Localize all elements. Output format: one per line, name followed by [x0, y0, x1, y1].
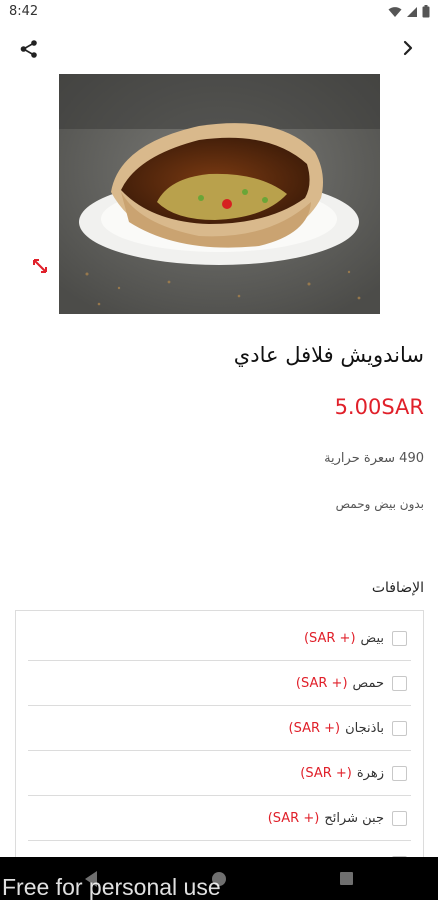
product-description: بدون بيض وحمص — [335, 497, 424, 511]
addon-extra-price: (SAR +) — [303, 630, 356, 646]
addons-title: الإضافات — [371, 580, 424, 596]
checkbox[interactable] — [392, 720, 407, 736]
expand-icon — [33, 259, 47, 273]
chevron-right-icon — [403, 40, 413, 56]
battery-icon — [422, 5, 430, 18]
addon-name: زهرة — [356, 765, 384, 781]
expand-image-button[interactable] — [22, 248, 58, 284]
checkbox[interactable] — [392, 810, 407, 826]
product-price: 5.00SAR — [334, 395, 424, 419]
back-button[interactable] — [396, 36, 420, 60]
addon-extra-price: (SAR +) — [288, 720, 341, 736]
addon-item[interactable]: حمص (SAR +) — [28, 661, 411, 706]
watermark: Free for personal use — [2, 874, 221, 900]
checkbox[interactable] — [392, 630, 407, 646]
checkbox[interactable] — [392, 765, 407, 781]
app-bar — [0, 24, 438, 72]
addon-name: حمص — [352, 675, 384, 691]
share-icon — [20, 40, 37, 58]
status-time: 8:42 — [9, 4, 39, 19]
addon-item[interactable]: بيض (SAR +) — [28, 616, 411, 661]
product-image — [59, 74, 380, 314]
share-button[interactable] — [16, 36, 42, 62]
addon-item[interactable]: زهرة (SAR +) — [28, 751, 411, 796]
status-bar: 8:42 — [0, 0, 438, 24]
product-title: ساندويش فلافل عادي — [233, 343, 424, 367]
falafel-sandwich-image — [59, 74, 380, 314]
checkbox[interactable] — [392, 675, 407, 691]
product-calories: 490 سعرة حرارية — [324, 451, 424, 466]
signal-icon — [407, 6, 417, 17]
addon-extra-price: (SAR +) — [295, 675, 348, 691]
nav-recents-icon[interactable] — [340, 872, 353, 885]
addon-item[interactable]: جبن شرائح (SAR +) — [28, 796, 411, 841]
addons-list: بيض (SAR +) حمص (SAR +) باذنجان (SAR +) … — [15, 610, 424, 870]
addon-item[interactable]: باذنجان (SAR +) — [28, 706, 411, 751]
addon-extra-price: (SAR +) — [300, 765, 352, 781]
wifi-icon — [388, 6, 402, 17]
status-icons — [388, 5, 430, 18]
addon-extra-price: (SAR +) — [267, 810, 320, 826]
addon-name: بيض — [360, 630, 384, 646]
addon-name: جبن شرائح — [324, 810, 384, 826]
addon-name: باذنجان — [345, 720, 384, 736]
